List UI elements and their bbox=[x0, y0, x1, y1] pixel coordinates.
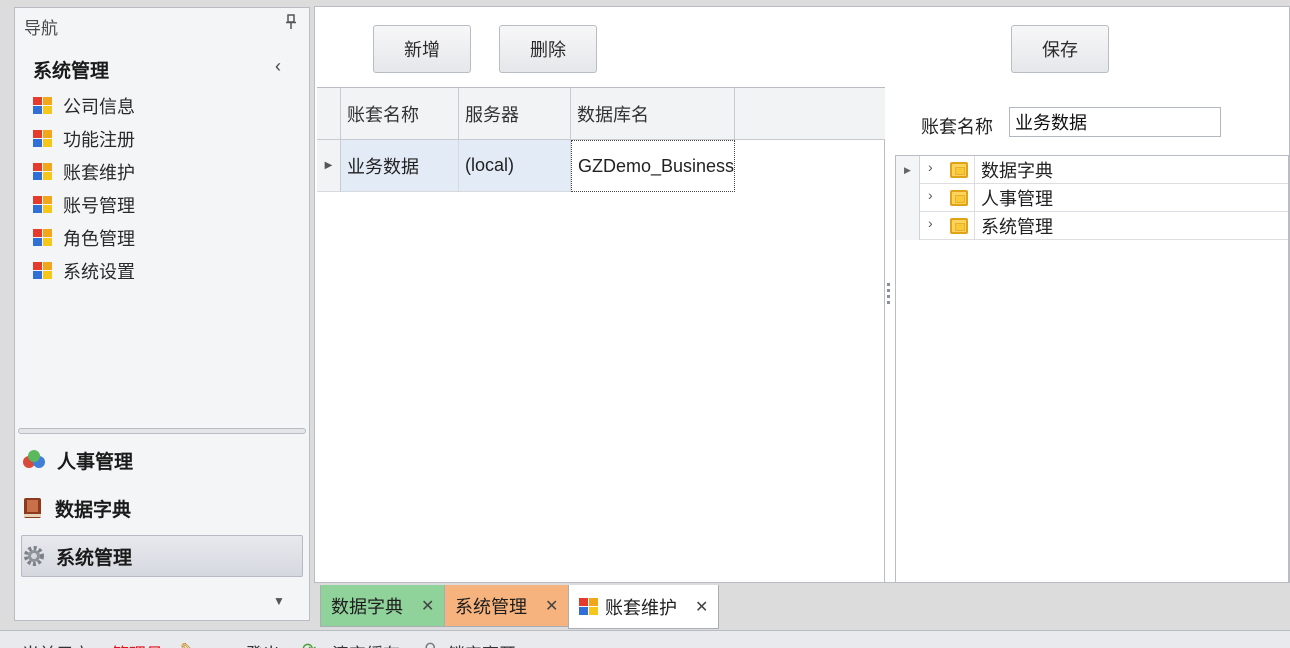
nav-item-label: 账套维护 bbox=[63, 163, 135, 183]
folder-icon bbox=[950, 218, 968, 234]
add-button[interactable]: 新增 bbox=[373, 25, 471, 73]
tree-node-label: 数据字典 bbox=[974, 156, 1288, 184]
nav-item-account-set[interactable]: 账套维护 bbox=[33, 157, 293, 187]
current-user-label: 当前用户： bbox=[22, 640, 107, 648]
tab-label: 系统管理 bbox=[455, 596, 527, 617]
module-icon bbox=[33, 97, 53, 115]
module-icon bbox=[33, 229, 53, 247]
tab-label: 账套维护 bbox=[605, 597, 677, 618]
nav-item-label: 公司信息 bbox=[63, 97, 135, 117]
module-tree: ▶ › 数据字典 › 人事管理 › 系统管理 bbox=[895, 155, 1289, 583]
people-icon bbox=[23, 450, 45, 468]
delete-button[interactable]: 删除 bbox=[499, 25, 597, 73]
nav-item-label: 角色管理 bbox=[63, 229, 135, 249]
tree-node-label: 人事管理 bbox=[974, 184, 1288, 212]
nav-group-system-manage[interactable]: 系统管理 bbox=[21, 535, 303, 577]
account-set-name-label: 账套名称 bbox=[921, 117, 993, 137]
row-indicator bbox=[896, 212, 920, 240]
column-header[interactable]: 账套名称 bbox=[341, 88, 459, 140]
tree-node-hr[interactable]: › 人事管理 bbox=[896, 184, 1288, 212]
tree-node-label: 系统管理 bbox=[974, 212, 1288, 240]
save-button[interactable]: 保存 bbox=[1011, 25, 1109, 73]
column-header[interactable]: 服务器 bbox=[459, 88, 571, 140]
refresh-icon: ⟳ bbox=[302, 640, 316, 648]
nav-group-header[interactable]: 系统管理 ‹ bbox=[15, 48, 309, 84]
nav-item-label: 系统设置 bbox=[63, 262, 135, 282]
nav-splitter[interactable] bbox=[18, 428, 306, 434]
current-user-name: 管理员 bbox=[112, 640, 163, 648]
status-bar: 当前用户： 管理员 ✎ EXIT登出 ⟳ 清空缓存 ⚲ 锁定离开 bbox=[0, 630, 1290, 648]
account-set-grid: 账套名称 服务器 数据库名 ▶ 业务数据 (local) GZDemo_Busi… bbox=[317, 87, 885, 583]
nav-title: 导航 bbox=[24, 19, 58, 38]
module-icon bbox=[579, 597, 599, 616]
row-indicator: ▶ bbox=[896, 156, 920, 184]
chevron-right-icon[interactable]: › bbox=[928, 215, 933, 231]
gear-icon bbox=[24, 546, 44, 566]
nav-item-company-info[interactable]: 公司信息 bbox=[33, 91, 293, 121]
nav-group-data-dictionary[interactable]: 数据字典 bbox=[21, 487, 303, 529]
chevron-right-icon[interactable]: › bbox=[928, 187, 933, 203]
module-icon bbox=[33, 163, 53, 181]
exit-link[interactable]: EXIT登出 bbox=[208, 640, 280, 648]
nav-item-label: 功能注册 bbox=[63, 130, 135, 150]
grid-header: 账套名称 服务器 数据库名 bbox=[317, 88, 885, 140]
module-icon bbox=[33, 196, 53, 214]
nav-group-title: 系统管理 bbox=[33, 61, 110, 82]
book-icon bbox=[24, 498, 41, 518]
account-set-name-input[interactable] bbox=[1009, 107, 1221, 137]
table-cell-name[interactable]: 业务数据 bbox=[341, 140, 459, 192]
tab-label: 数据字典 bbox=[331, 596, 403, 617]
nav-more-icon[interactable]: ▼ bbox=[273, 594, 285, 608]
column-header[interactable]: 数据库名 bbox=[571, 88, 735, 140]
lock-icon: ⚲ bbox=[424, 640, 436, 648]
nav-item-function-register[interactable]: 功能注册 bbox=[33, 124, 293, 154]
tab-account-set[interactable]: 账套维护 ✕ bbox=[568, 585, 720, 629]
lock-link[interactable]: 锁定离开 bbox=[448, 640, 516, 648]
exit-icon: ✎ bbox=[180, 640, 194, 648]
tree-node-system[interactable]: › 系统管理 bbox=[896, 212, 1288, 240]
nav-item-account-manage[interactable]: 账号管理 bbox=[33, 190, 293, 220]
nav-group-label: 系统管理 bbox=[56, 547, 133, 569]
table-cell-server[interactable]: (local) bbox=[459, 140, 571, 192]
tab-data-dictionary[interactable]: 数据字典 ✕ bbox=[320, 585, 446, 627]
row-indicator bbox=[896, 184, 920, 212]
close-icon[interactable]: ✕ bbox=[545, 596, 558, 616]
module-icon bbox=[33, 262, 53, 280]
table-cell-database[interactable]: GZDemo_Business bbox=[571, 140, 735, 192]
clear-cache-link[interactable]: 清空缓存 bbox=[332, 640, 400, 648]
tree-node-data-dictionary[interactable]: ▶ › 数据字典 bbox=[896, 156, 1288, 184]
nav-item-label: 账号管理 bbox=[63, 196, 135, 216]
nav-group-label: 数据字典 bbox=[55, 499, 132, 521]
folder-icon bbox=[950, 190, 968, 206]
splitter-grip[interactable] bbox=[887, 283, 891, 311]
nav-item-system-settings[interactable]: 系统设置 bbox=[33, 256, 293, 286]
row-indicator[interactable]: ▶ bbox=[317, 140, 341, 192]
chevron-right-icon[interactable]: › bbox=[928, 159, 933, 175]
folder-icon bbox=[950, 162, 968, 178]
close-icon[interactable]: ✕ bbox=[695, 597, 708, 617]
main-panel: 新增 删除 保存 账套名称 服务器 数据库名 ▶ 业务数据 (local) GZ… bbox=[314, 6, 1290, 583]
navigation-panel: 导航 系统管理 ‹ 公司信息 功能注册 账套维护 账号管理 角色管理 系统设置 bbox=[14, 7, 310, 621]
grid-corner bbox=[317, 88, 341, 140]
chevron-left-icon[interactable]: ‹ bbox=[275, 56, 281, 77]
nav-group-hr[interactable]: 人事管理 bbox=[21, 439, 303, 481]
nav-group-label: 人事管理 bbox=[57, 451, 134, 473]
pin-icon[interactable] bbox=[285, 14, 297, 30]
close-icon[interactable]: ✕ bbox=[421, 596, 434, 616]
module-icon bbox=[33, 130, 53, 148]
nav-item-role-manage[interactable]: 角色管理 bbox=[33, 223, 293, 253]
tab-system-manage[interactable]: 系统管理 ✕ bbox=[444, 585, 570, 627]
